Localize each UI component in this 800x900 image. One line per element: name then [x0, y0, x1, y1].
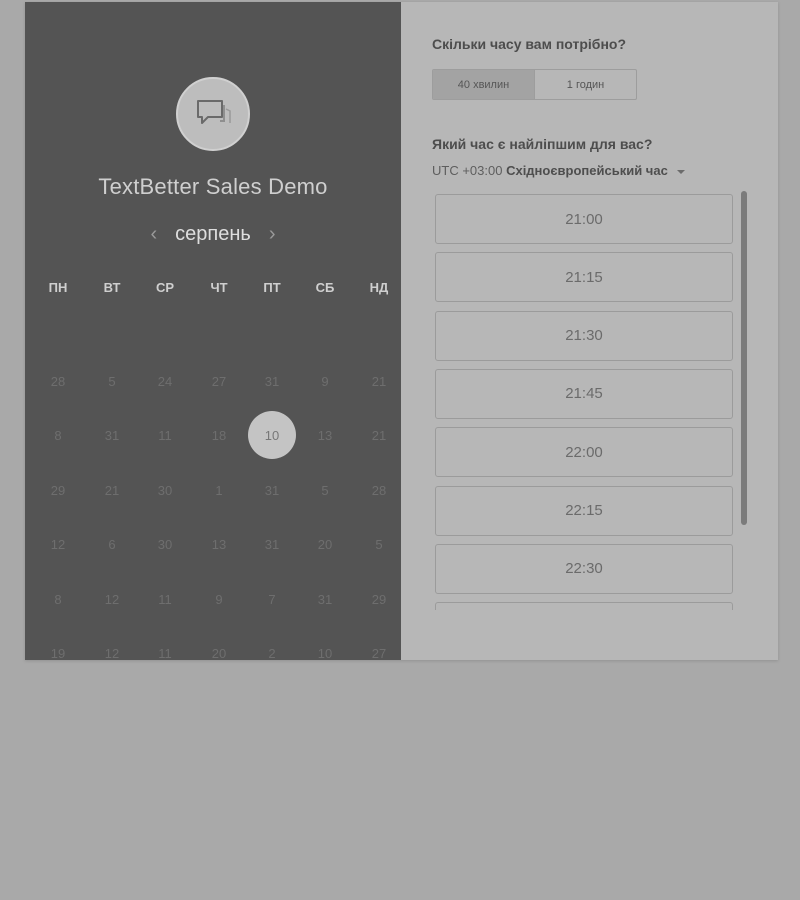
calendar-day: 9: [215, 591, 223, 607]
calendar-day: 21: [371, 373, 387, 389]
calendar-day: 20: [317, 536, 333, 552]
calendar-day: 31: [317, 591, 333, 607]
time-slot[interactable]: 21:45: [435, 368, 733, 419]
calendar-day: 29: [50, 482, 66, 498]
calendar-day: 11: [158, 427, 172, 443]
calendar-day: 31: [264, 373, 280, 389]
calendar-day: 24: [157, 373, 173, 389]
calendar-day: 31: [104, 427, 120, 443]
calendar-day: 29: [371, 591, 387, 607]
selected-day[interactable]: 10: [248, 411, 296, 459]
calendar-day: 13: [317, 427, 333, 443]
calendar-day: 20: [211, 645, 227, 661]
calendar-day: 5: [108, 373, 116, 389]
booking-card: TextBetter Sales Demo ‹ серпень › ПН ВТ СР…: [25, 2, 778, 660]
time-question: Який час є найліпшим для вас?: [432, 136, 653, 152]
schedule-panel: Скільки часу вам потрібно? 40 хвилин 1 г…: [401, 2, 778, 660]
time-slot[interactable]: 22:15: [435, 485, 733, 536]
time-slot[interactable]: 21:00: [435, 194, 733, 244]
calendar-panel: TextBetter Sales Demo ‹ серпень › ПН ВТ СР…: [25, 2, 401, 660]
calendar-day: 11: [158, 645, 172, 661]
time-slot[interactable]: 21:15: [435, 252, 733, 303]
calendar-day: 27: [211, 373, 227, 389]
calendar-day: 11: [158, 591, 172, 607]
duration-option-40min[interactable]: 40 хвилин: [433, 70, 535, 99]
calendar-day: 1: [215, 482, 223, 498]
calendar-day: 9: [321, 373, 329, 389]
caret-down-icon: [677, 169, 686, 174]
time-slot[interactable]: 22:30: [435, 543, 733, 594]
calendar-day: 13: [211, 536, 227, 552]
duration-question: Скільки часу вам потрібно?: [432, 36, 627, 52]
calendar-day: 12: [104, 645, 120, 661]
calendar-day: 10: [317, 645, 333, 661]
duration-selector: 40 хвилин 1 годин: [432, 69, 637, 100]
time-slot[interactable]: 22:00: [435, 427, 733, 478]
calendar-day: 2: [268, 645, 276, 661]
calendar-day: 8: [54, 591, 62, 607]
time-slot-list: 21:00 21:15 21:30 21:45 22:00 22:15 22:30: [435, 194, 733, 610]
calendar-day: 7: [268, 591, 276, 607]
calendar-day: 21: [104, 482, 120, 498]
calendar-day: 8: [54, 427, 62, 443]
time-slot[interactable]: [435, 602, 733, 610]
calendar-day: 28: [50, 373, 66, 389]
calendar-day: 12: [104, 591, 120, 607]
duration-option-1hour[interactable]: 1 годин: [535, 70, 636, 99]
calendar-day: 12: [50, 536, 66, 552]
calendar-day: 30: [157, 482, 173, 498]
calendar-day: 31: [264, 536, 280, 552]
timezone-selector[interactable]: UTC +03:00 Східноєвропейський час: [432, 163, 686, 178]
calendar-day: 30: [157, 536, 173, 552]
calendar-day: 28: [371, 482, 387, 498]
timezone-name: Східноєвропейський час: [506, 163, 668, 178]
calendar-day: 21: [371, 427, 387, 443]
calendar-day: 5: [375, 536, 383, 552]
time-slot[interactable]: 21:30: [435, 310, 733, 361]
scrollbar[interactable]: [741, 191, 747, 525]
calendar-day: 6: [108, 536, 116, 552]
calendar-day: 19: [50, 645, 66, 661]
timezone-offset: UTC +03:00: [432, 163, 503, 178]
calendar-day: 27: [371, 645, 387, 661]
calendar-day: 5: [321, 482, 329, 498]
calendar-day: 18: [211, 427, 227, 443]
calendar-grid: 28 5 24 27 31 9 21 8 31 11 18 10 13 21 29 21 30 1 31 5 28 12 6…: [25, 2, 401, 661]
calendar-day: 31: [264, 482, 280, 498]
